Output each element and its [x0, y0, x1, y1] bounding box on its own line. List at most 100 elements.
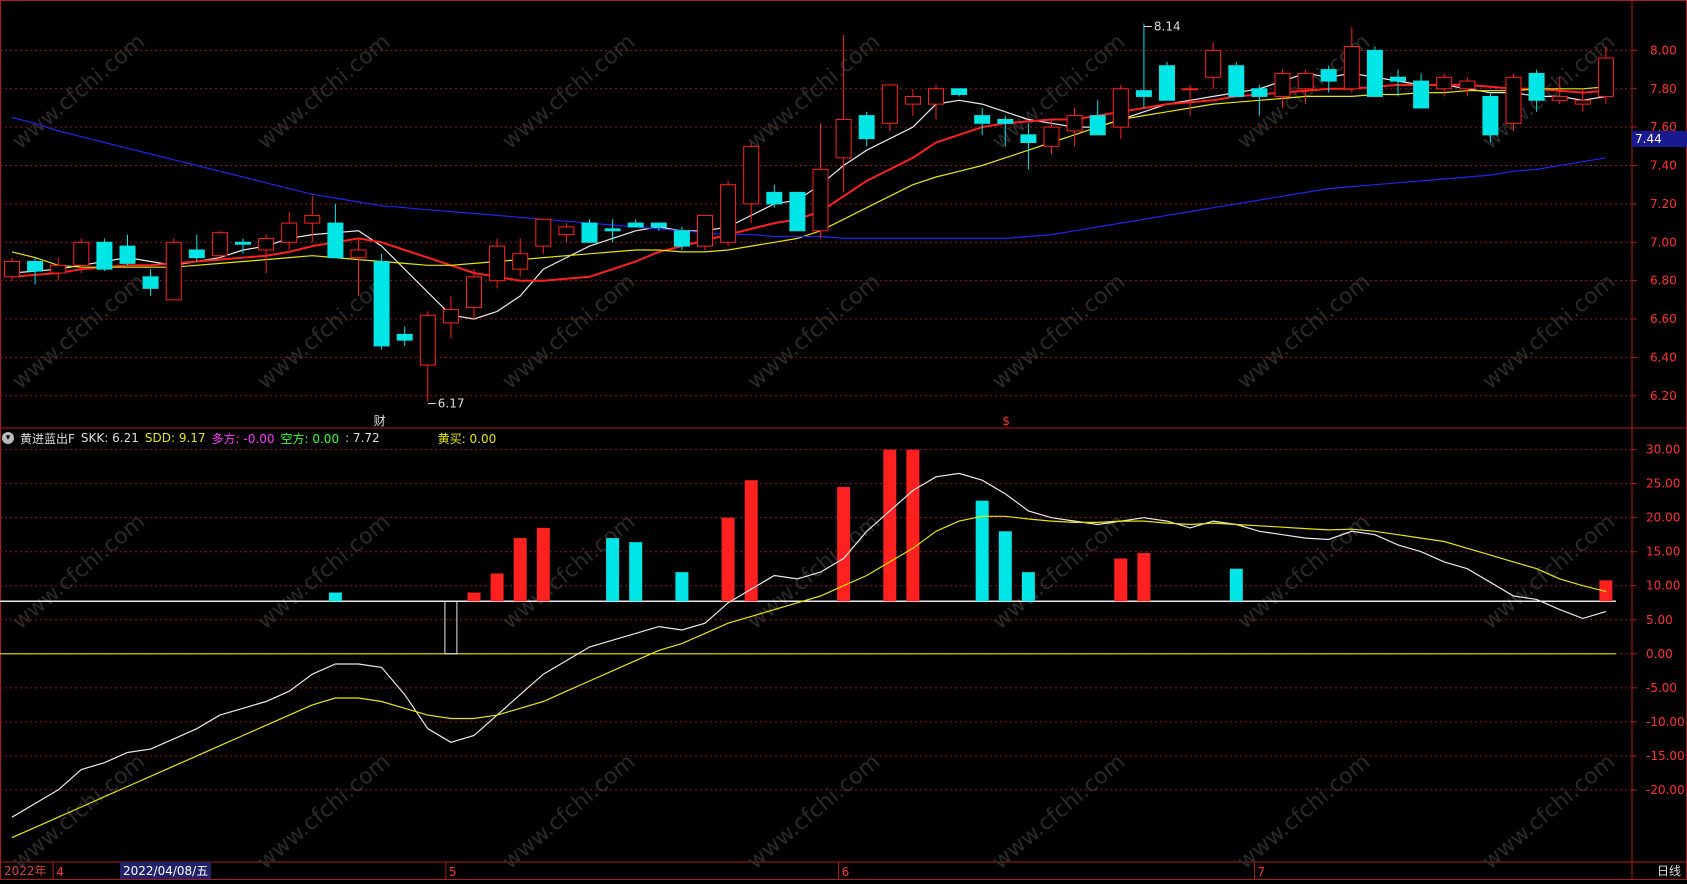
- candle-body-up: [4, 260, 20, 278]
- buy-legend: 黄买: 0.00: [437, 431, 497, 446]
- candle-body-down: [766, 191, 783, 205]
- candle-body-down: [951, 88, 968, 96]
- candle-body-up: [1343, 46, 1360, 90]
- base-legend: : 7.72: [345, 431, 380, 445]
- month-label: 6: [842, 865, 850, 879]
- price-tick-label: 6.60: [1650, 312, 1677, 326]
- indicator-bar-cyan: [606, 538, 620, 602]
- watermark-text: www.cfchi.com: [1478, 749, 1620, 874]
- candle-body-up: [535, 218, 552, 247]
- candle-body-down: [997, 118, 1014, 124]
- indicator-bar-red: [536, 527, 550, 602]
- watermark-text: www.cfchi.com: [8, 269, 150, 394]
- watermark-text: www.cfchi.com: [1478, 509, 1620, 634]
- watermark-text: www.cfchi.com: [743, 749, 885, 874]
- candle-body-up: [1205, 49, 1222, 78]
- candle-body-up: [419, 314, 436, 366]
- candle-body-down: [604, 228, 621, 232]
- indicator-bar-red: [1114, 558, 1128, 602]
- candle-body-up: [489, 245, 506, 282]
- price-tick-label: 6.80: [1650, 274, 1677, 288]
- cursor-date-box: 2022/04/08/五: [120, 862, 212, 879]
- duo-legend: 多方: -0.00: [211, 431, 275, 446]
- ma-line-ma20: [11, 86, 1606, 268]
- candle-body-up: [1043, 126, 1060, 147]
- indicator-bar-red: [513, 538, 527, 602]
- indicator-bar-cyan: [328, 592, 342, 602]
- watermark-text: www.cfchi.com: [498, 749, 640, 874]
- collapse-indicator-icon[interactable]: ▾: [2, 432, 14, 444]
- candle-body-up: [928, 88, 944, 105]
- candle-body-down: [27, 260, 44, 272]
- candle-body-down: [581, 222, 598, 243]
- candle-body-down: [1251, 88, 1268, 97]
- candle-body-up: [720, 184, 737, 243]
- candle-body-up: [211, 232, 228, 257]
- candle-body-down: [1320, 69, 1337, 82]
- indicator-tick-label: -20.00: [1646, 783, 1685, 797]
- indicator-bar-red: [490, 573, 504, 602]
- ma-line-ma60: [11, 116, 1606, 239]
- candle-body-up: [1436, 76, 1453, 90]
- candle-body-up: [1112, 88, 1129, 128]
- last-price-tag: 7.44: [1632, 131, 1687, 147]
- candle-body-up: [881, 84, 898, 124]
- candle-body-down: [396, 333, 413, 341]
- indicator-bar-cyan: [675, 572, 689, 602]
- candle-body-down: [1135, 90, 1152, 97]
- candle-body-up: [1274, 72, 1291, 97]
- indicator-bar-cyan: [1021, 572, 1035, 602]
- price-tick-label: 7.80: [1650, 82, 1677, 96]
- ma-line-ma10: [11, 83, 1606, 282]
- candle-body-down: [1366, 49, 1383, 97]
- indicator-bar-cyan: [998, 531, 1012, 602]
- candle-body-down: [1413, 80, 1430, 109]
- price-tick-label: 7.40: [1650, 159, 1677, 173]
- candle-body-down: [188, 249, 205, 259]
- candle-body-up: [73, 241, 90, 266]
- candle-body-up: [812, 168, 829, 232]
- month-label: 5: [449, 865, 457, 879]
- candle-body-down: [650, 222, 667, 228]
- candle-body-down: [96, 241, 113, 270]
- candle-body-up: [258, 237, 275, 251]
- watermark-text: www.cfchi.com: [253, 749, 395, 874]
- candle-body-down: [1228, 65, 1245, 97]
- candle-body-up: [1066, 115, 1083, 132]
- candle-body-down: [858, 115, 875, 140]
- candle-body-up: [1574, 99, 1591, 105]
- candle-body-up: [558, 226, 575, 236]
- candle-body-down: [673, 230, 690, 247]
- watermark-text: www.cfchi.com: [253, 509, 395, 634]
- candle-body-down: [789, 191, 806, 232]
- price-tick-label: 8.00: [1650, 43, 1677, 57]
- candle-body-down: [119, 245, 136, 264]
- candle-body-up: [350, 249, 367, 259]
- candle-body-down: [142, 276, 159, 289]
- candle-body-up: [743, 145, 760, 205]
- indicator-tick-label: 15.00: [1646, 545, 1680, 559]
- candle-body-down: [627, 222, 644, 228]
- indicator-tick-label: 20.00: [1646, 511, 1680, 525]
- candle-body-up: [1551, 95, 1568, 101]
- candle-body-up: [1505, 76, 1522, 124]
- indicator-bar-red: [744, 480, 758, 602]
- indicator-bar-cyan: [629, 542, 643, 602]
- indicator-tick-label: 0.00: [1646, 647, 1673, 661]
- watermark-text: www.cfchi.com: [1478, 269, 1620, 394]
- high-price-label: 8.14: [1154, 20, 1181, 34]
- price-tick-label: 6.20: [1650, 389, 1677, 403]
- candle-body-up: [466, 276, 482, 309]
- watermark-text: www.cfchi.com: [253, 29, 395, 154]
- price-tick-label: 6.40: [1650, 350, 1677, 364]
- period-daily-button[interactable]: 日线: [1657, 862, 1681, 879]
- low-price-label: 6.17: [438, 397, 465, 411]
- candle-body-up: [304, 214, 321, 224]
- candle-body-down: [1020, 134, 1037, 143]
- indicator-name[interactable]: 黄进蓝出F: [20, 430, 75, 447]
- indicator-bar-red: [906, 449, 920, 602]
- candle-body-down: [1482, 95, 1499, 136]
- candle-body-down: [327, 222, 344, 259]
- candle-body-up: [835, 118, 852, 159]
- candle-body-up: [1297, 72, 1314, 90]
